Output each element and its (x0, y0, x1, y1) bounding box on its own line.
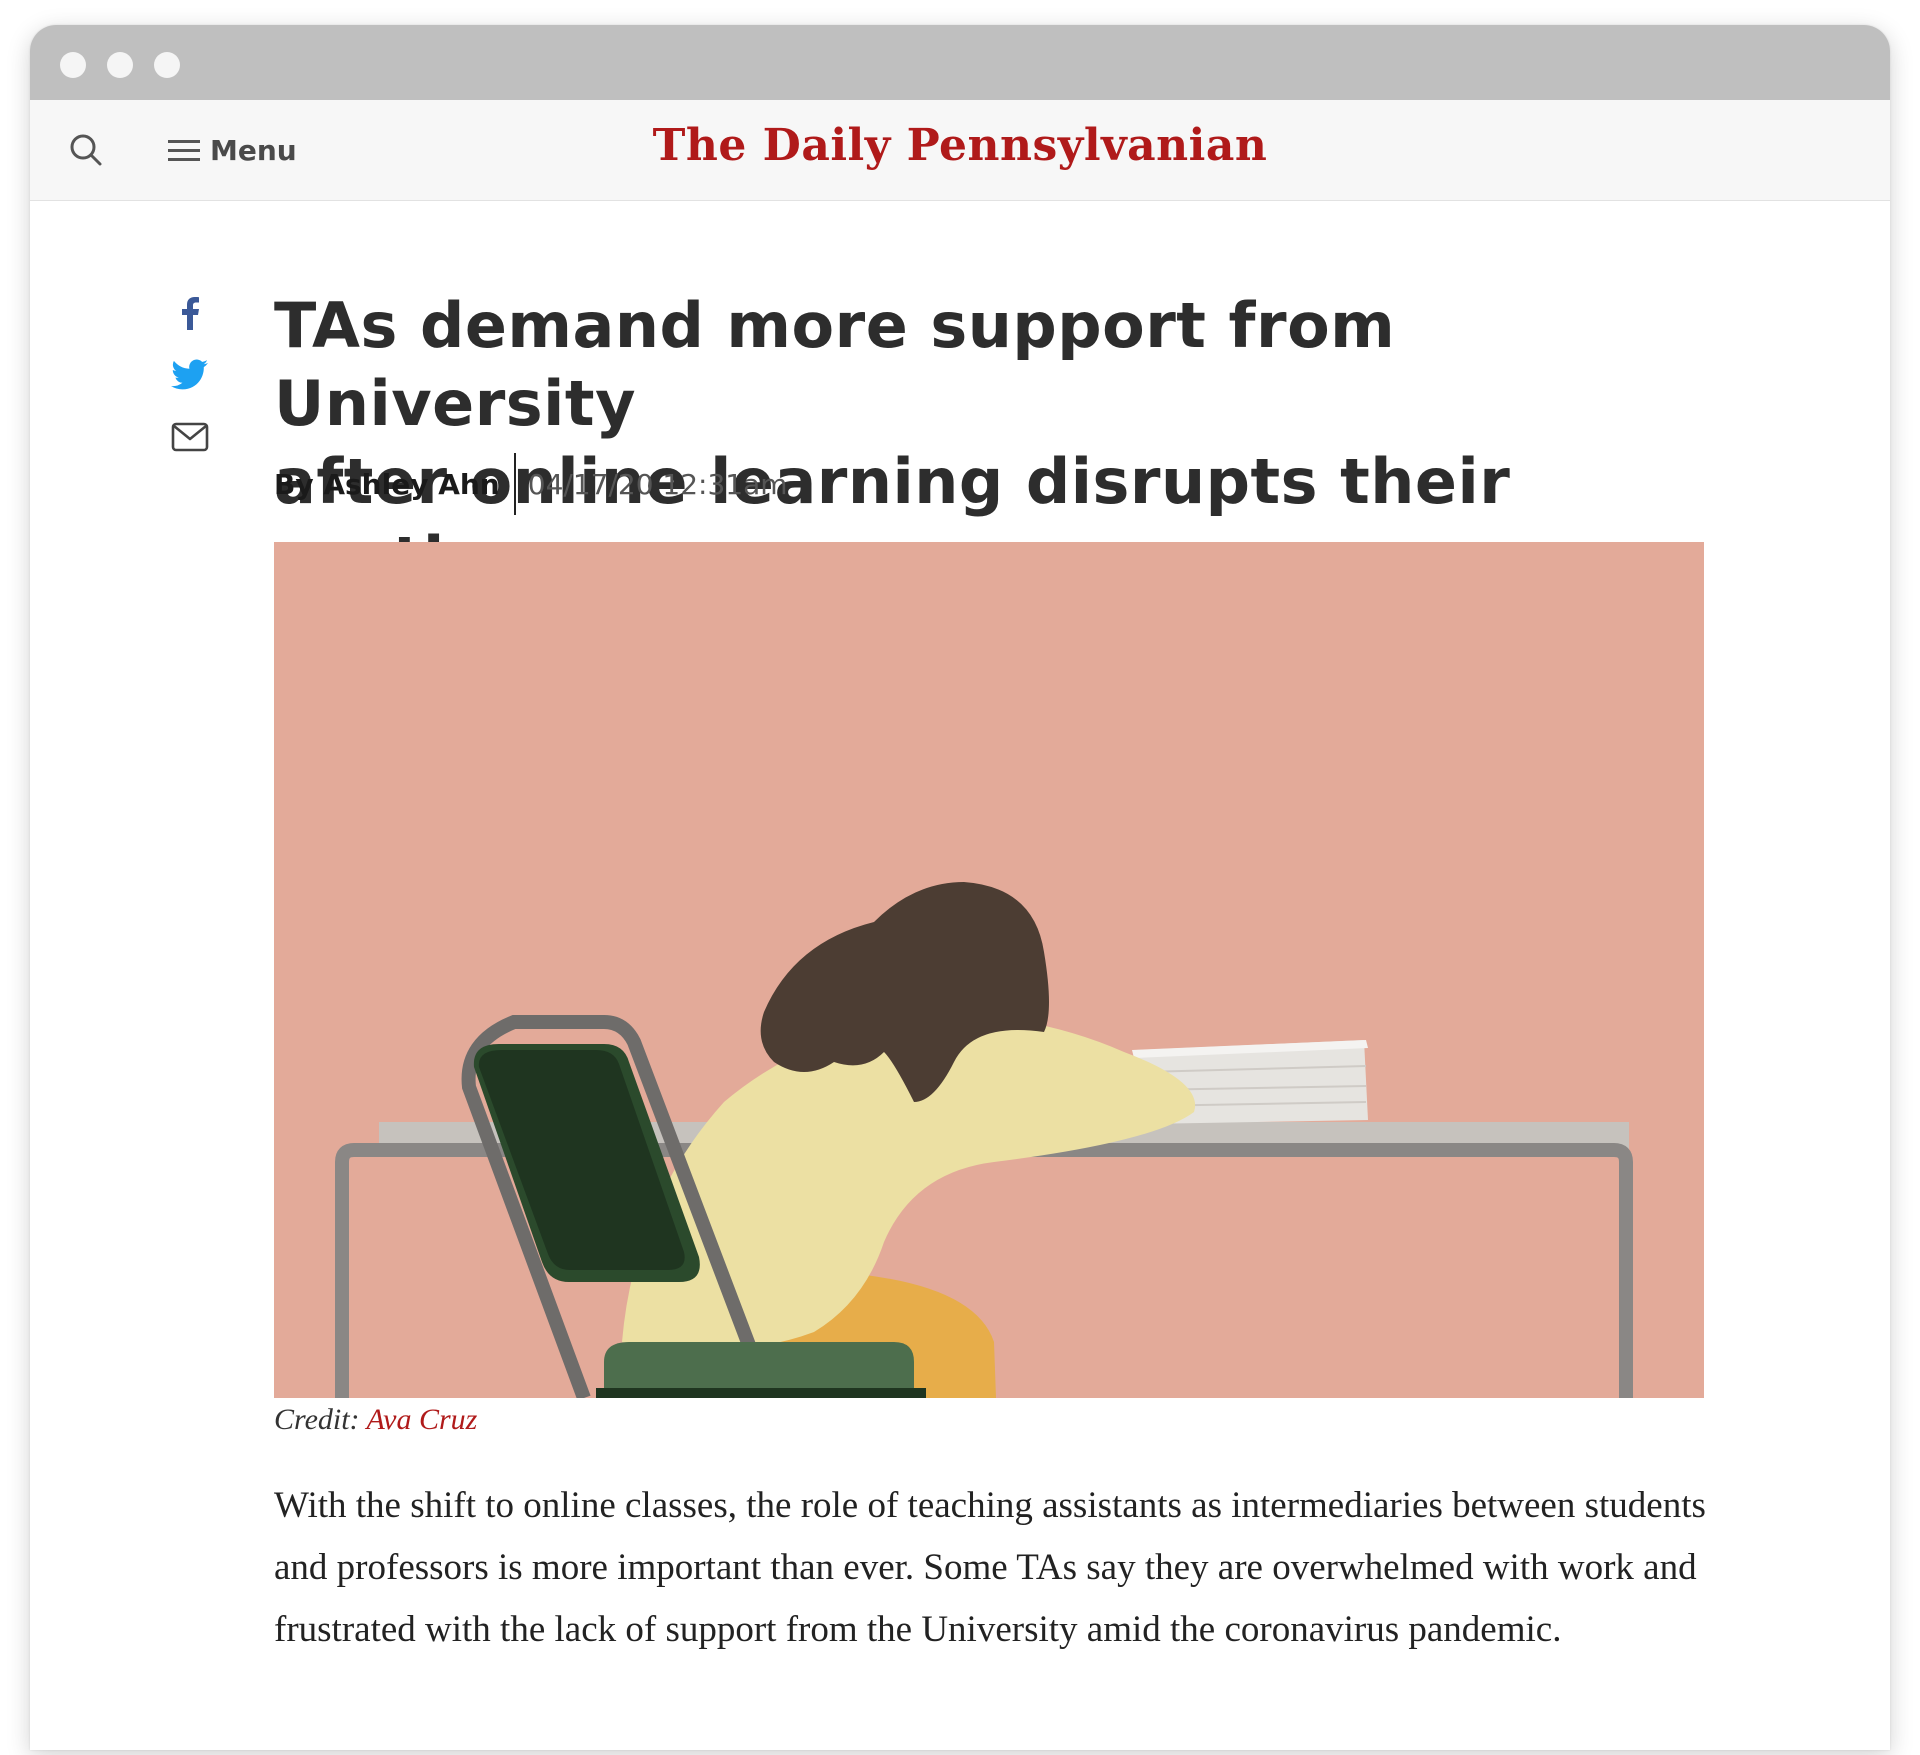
facebook-share-button[interactable] (170, 293, 210, 333)
window-maximize-dot[interactable] (154, 52, 180, 78)
hero-illustration (274, 542, 1704, 1398)
credit-label: Credit: (274, 1403, 360, 1436)
window-close-dot[interactable] (60, 52, 86, 78)
lead-paragraph: With the shift to online classes, the ro… (274, 1485, 1706, 1650)
twitter-icon (171, 359, 208, 390)
publish-date: 04/17/20 12:31am (527, 467, 788, 501)
share-bar (170, 293, 210, 457)
email-icon (171, 422, 209, 452)
author-name[interactable]: By Ashley Ahn (274, 468, 514, 501)
window-minimize-dot[interactable] (107, 52, 133, 78)
site-logo[interactable]: The Daily Pennsylvanian (30, 120, 1890, 171)
headline-line-1: TAs demand more support from University (274, 289, 1396, 440)
byline: By Ashley Ahn 04/17/20 12:31am (274, 453, 788, 515)
site-header: Menu The Daily Pennsylvanian (30, 100, 1890, 201)
browser-titlebar (30, 25, 1890, 100)
email-share-button[interactable] (170, 417, 210, 457)
browser-window: Menu The Daily Pennsylvanian TAs demand … (30, 25, 1890, 1750)
facebook-icon (182, 297, 199, 330)
image-credit: Credit: Ava Cruz (274, 1403, 477, 1437)
twitter-share-button[interactable] (170, 355, 210, 395)
credit-name-link[interactable]: Ava Cruz (367, 1403, 478, 1436)
